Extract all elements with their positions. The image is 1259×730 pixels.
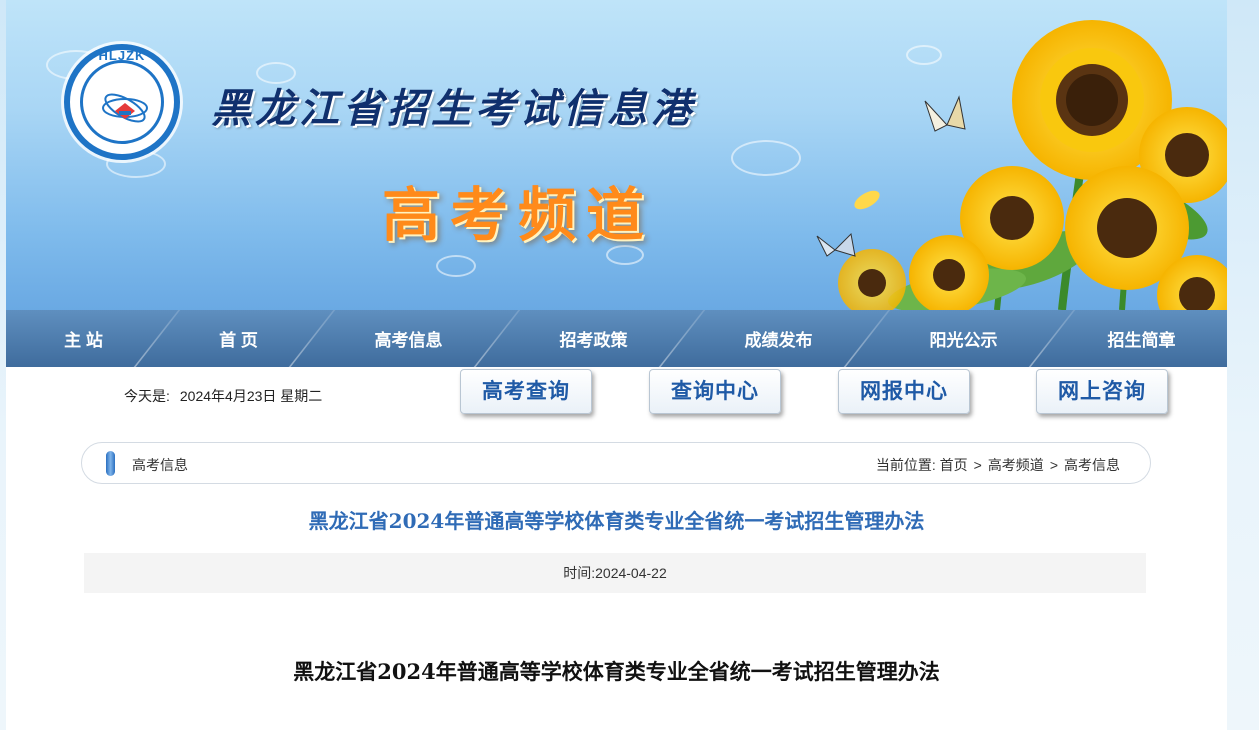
header-banner: HLJZK 黑龙江省招生考试信息港 高考频道 [6,0,1227,310]
nav-item-label: 招考政策 [559,331,628,350]
site-logo[interactable]: HLJZK [64,44,180,160]
today-value: 2024年4月23日 星期二 [179,388,323,404]
today-date: 今天是: 2024年4月23日 星期二 [124,386,332,406]
online-registration-button[interactable]: 网报中心 [838,369,970,414]
nav-item-gaokao-info[interactable]: 高考信息 [316,310,501,367]
nav-item-label: 首 页 [219,331,258,350]
breadcrumb-separator: > [1049,457,1058,473]
breadcrumb-link-section[interactable]: 高考信息 [1064,457,1120,473]
gaokao-query-button[interactable]: 高考查询 [460,369,592,414]
nav-item-label: 阳光公示 [929,331,998,350]
breadcrumb-link-home[interactable]: 首页 [940,457,968,473]
article-body-title: 黑龙江省2024年普通高等学校体育类专业全省统一考试招生管理办法 [293,659,940,684]
nav-item-label: 高考信息 [374,331,443,350]
page: HLJZK 黑龙江省招生考试信息港 高考频道 主 站 首 页 高考信息 招考政策… [6,0,1227,730]
breadcrumb: 高考信息 当前位置: 首页 > 高考频道 > 高考信息 [81,442,1151,484]
section-marker-icon [106,451,115,476]
today-label: 今天是: [124,388,170,404]
article-title: 黑龙江省2024年普通高等学校体育类专业全省统一考试招生管理办法 [308,509,925,533]
nav-item-admission-guide[interactable]: 招生简章 [1056,310,1227,367]
nav-item-label: 招生简章 [1107,331,1176,350]
logo-emblem [80,60,164,144]
article-meta: 时间:2024-04-22 [84,553,1146,593]
nav-item-main-site[interactable]: 主 站 [6,310,161,367]
channel-title: 高考频道 [382,183,655,248]
online-consult-button[interactable]: 网上咨询 [1036,369,1168,414]
sunflower-illustration [816,20,1227,310]
nav-item-scores[interactable]: 成绩发布 [686,310,871,367]
breadcrumb-link-channel[interactable]: 高考频道 [988,457,1044,473]
query-center-button[interactable]: 查询中心 [649,369,781,414]
nav-item-label: 成绩发布 [744,331,813,350]
nav-item-public-notice[interactable]: 阳光公示 [871,310,1056,367]
breadcrumb-prefix: 当前位置: [875,457,936,473]
site-title: 黑龙江省招生考试信息港 [211,85,695,132]
time-label: 时间: [563,565,596,581]
main-nav: 主 站 首 页 高考信息 招考政策 成绩发布 阳光公示 招生简章 [6,310,1227,367]
cloud-decoration [436,255,476,277]
section-name: 高考信息 [132,457,188,473]
nav-item-policy[interactable]: 招考政策 [501,310,686,367]
nav-item-label: 主 站 [64,331,103,350]
breadcrumb-separator: > [973,457,982,473]
logo-mark-icon [102,93,148,123]
time-value: 2024-04-22 [595,565,667,581]
nav-item-home[interactable]: 首 页 [161,310,316,367]
breadcrumb-path: 当前位置: 首页 > 高考频道 > 高考信息 [876,455,1120,475]
